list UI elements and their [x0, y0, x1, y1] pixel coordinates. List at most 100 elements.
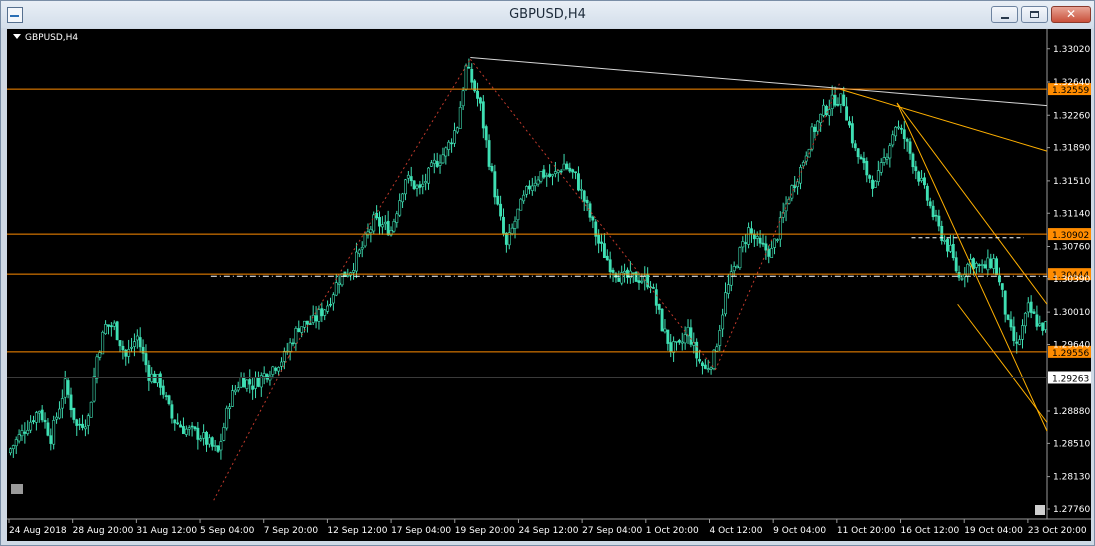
y-tick-label: 1.31890 [1053, 144, 1090, 154]
candle-body [490, 165, 494, 172]
candle-body [752, 234, 756, 240]
candle-body [908, 141, 912, 154]
candle-body [311, 314, 315, 323]
title-bar[interactable]: GBPUSD,H4 ✕ [1, 1, 1094, 28]
x-tick-label: 19 Oct 04:00 [964, 526, 1023, 536]
candle-body [375, 212, 379, 219]
candle-body [464, 65, 468, 90]
candle-body [735, 266, 739, 269]
candle-body [577, 173, 580, 191]
candle-body [404, 179, 407, 195]
y-tick-label: 1.29640 [1053, 341, 1090, 351]
candle-body [115, 321, 119, 341]
candle-body [894, 126, 898, 137]
candle-body [89, 401, 93, 418]
candle-body [530, 185, 534, 191]
x-tick-label: 28 Aug 20:00 [73, 526, 134, 536]
candle-body [824, 105, 828, 115]
candle-body [914, 166, 918, 171]
candle-body [176, 422, 180, 425]
maximize-icon [1030, 11, 1039, 18]
candle-body [256, 377, 260, 387]
candle-body [409, 176, 413, 182]
maximize-button[interactable] [1021, 6, 1048, 23]
candle-body [712, 349, 716, 369]
chart-area[interactable]: 1.32559 1.30902 1.30444 1.29556 1.29263 1.330… [7, 29, 1091, 541]
candle-body [885, 156, 889, 160]
channel-line [896, 102, 1048, 432]
candle-body [326, 305, 330, 312]
price-chart[interactable]: 1.325591.309021.304441.295561.292631.330… [7, 29, 1091, 541]
candle-body [689, 327, 693, 345]
candle-body [977, 264, 981, 266]
candle-body [109, 325, 113, 328]
candle-body [305, 320, 309, 325]
candle-body [954, 257, 958, 272]
candle-body [816, 120, 820, 132]
window-title: GBPUSD,H4 [509, 7, 586, 22]
y-tick-label: 1.30010 [1053, 308, 1090, 318]
candle-body [32, 420, 35, 423]
candle-body [424, 181, 428, 184]
candle-body [478, 97, 482, 104]
candle-body [222, 427, 226, 441]
candle-body [429, 162, 433, 167]
candle-body [435, 160, 439, 167]
candle-body [1029, 301, 1033, 313]
minimize-button[interactable] [991, 6, 1018, 23]
candle-body [845, 106, 849, 121]
candle-body [14, 439, 18, 447]
candle-body [173, 419, 177, 424]
candle-body [334, 282, 338, 296]
candle-body [1021, 325, 1024, 340]
candle-body [11, 445, 15, 450]
close-button[interactable]: ✕ [1051, 6, 1091, 23]
candle-body [631, 272, 635, 275]
candle-body [585, 199, 589, 204]
candle-body [216, 445, 220, 452]
candle-body [29, 421, 33, 431]
candle-body [360, 247, 364, 250]
candle-body [78, 423, 82, 426]
candle-body [20, 430, 24, 437]
candle-body [897, 126, 900, 129]
candle-body [118, 340, 122, 347]
candle-body [81, 423, 84, 428]
candle-body [591, 216, 595, 221]
candle-body [553, 171, 557, 174]
candle-body [848, 121, 851, 126]
candle-body [352, 270, 355, 273]
y-tick-label: 1.30390 [1053, 275, 1090, 285]
candle-body [917, 171, 921, 182]
candle-body [427, 167, 430, 184]
candle-body [213, 445, 217, 447]
x-tick-label: 7 Sep 20:00 [264, 526, 319, 536]
candle-body [850, 123, 854, 144]
candle-body [107, 324, 110, 327]
candle-body [184, 428, 188, 435]
candle-body [199, 438, 203, 441]
candle-body [1018, 339, 1022, 345]
candle-body [657, 304, 661, 310]
candle-body [331, 294, 335, 304]
candle-body [101, 331, 105, 355]
candle-body [608, 259, 612, 273]
candle-body [1023, 312, 1027, 327]
candle-body [764, 243, 768, 251]
candle-body [726, 284, 730, 294]
chart-window: GBPUSD,H4 ✕ 1.32559 1.30902 1.30444 1.29556… [0, 0, 1095, 546]
candle-body [677, 340, 681, 343]
candle-body [268, 375, 272, 381]
candle-body [239, 377, 243, 388]
candle-body [946, 238, 949, 252]
candle-body [300, 326, 304, 333]
candle-body [899, 127, 903, 130]
candle-body [254, 377, 257, 389]
candle-body [481, 101, 485, 129]
symbol-label[interactable]: GBPUSD,H4 [13, 33, 78, 43]
candle-body [450, 142, 454, 145]
candle-body [138, 337, 142, 348]
candle-body [724, 292, 727, 315]
candle-body [294, 328, 298, 344]
candle-body [484, 126, 488, 141]
